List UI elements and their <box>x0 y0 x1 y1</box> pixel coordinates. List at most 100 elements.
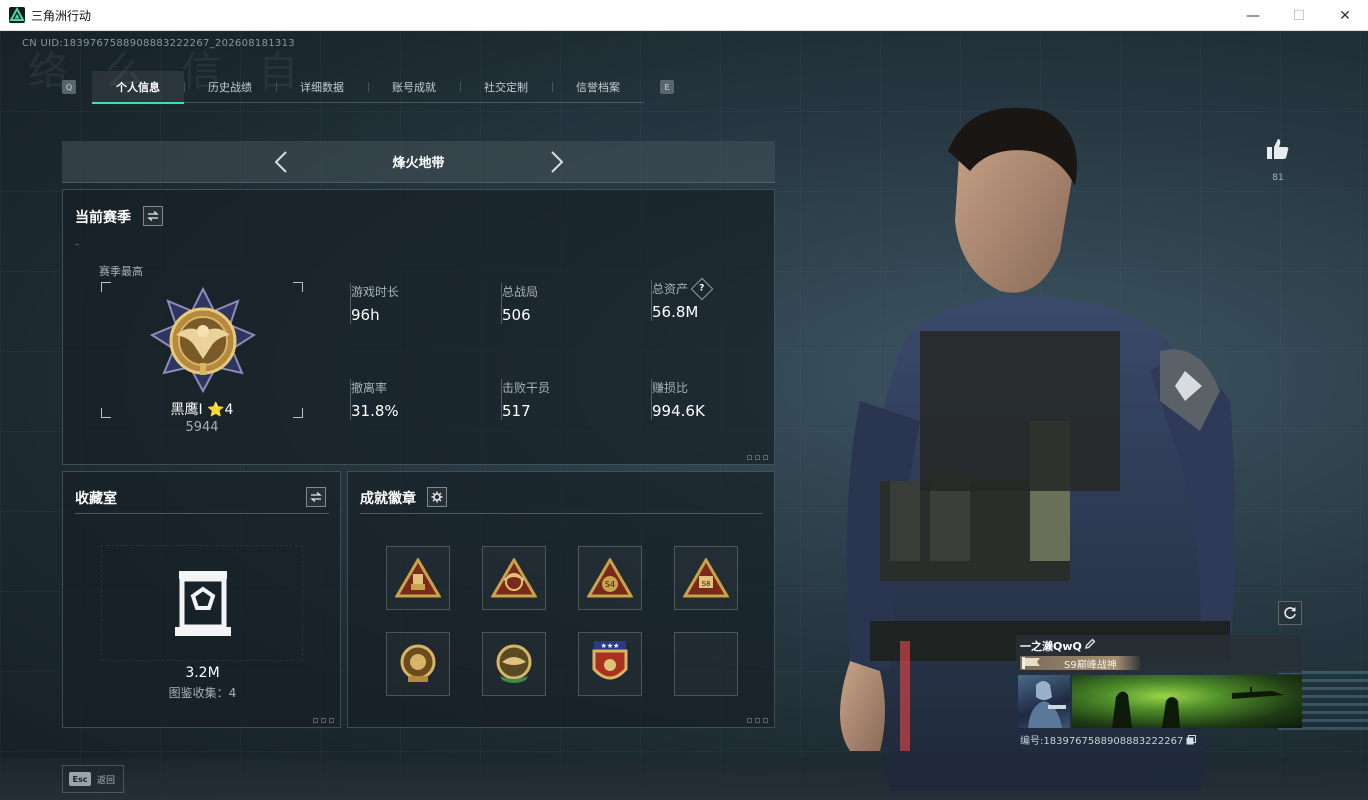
tab-history[interactable]: 历史战绩 <box>184 71 276 103</box>
mode-title: 烽火地带 <box>392 156 445 171</box>
stat-value: 517 <box>502 402 531 420</box>
collection-display[interactable] <box>101 545 303 661</box>
title-tag-text: S9巅峰战神 <box>1064 660 1117 671</box>
minimize-button[interactable]: — <box>1230 0 1276 31</box>
stat-operators-defeated: 击败干员 517 <box>501 379 641 420</box>
player-name: 一之濑QwQ <box>1020 640 1082 653</box>
svg-text:★★★: ★★★ <box>601 642 620 650</box>
green-ribbon-badge-icon <box>496 644 532 683</box>
black-hawk-rank-icon <box>149 287 257 394</box>
badge-slot[interactable] <box>386 632 450 696</box>
stat-value: 31.8% <box>351 402 399 420</box>
eagle-badge-icon <box>491 558 537 598</box>
badge-slot[interactable] <box>482 632 546 696</box>
player-id: 编号:1839767588908883222267 <box>1020 736 1184 747</box>
stat-label-row: 总资产 ? <box>652 277 791 300</box>
collection-panel: 收藏室 3.2M 图鉴收集：4 <box>62 471 341 728</box>
rank-frame: 黑鹰I ⭐4 5944 <box>101 282 303 435</box>
next-tab-key[interactable]: E <box>660 80 674 94</box>
refresh-button[interactable] <box>1278 601 1302 625</box>
collection-value: 3.2M <box>185 665 220 681</box>
stat-label: 击败干员 <box>502 381 551 395</box>
window-controls: — ☐ ✕ <box>1230 0 1368 31</box>
maximize-button[interactable]: ☐ <box>1276 0 1322 31</box>
rank-label: 赛季最高 <box>99 265 143 278</box>
stat-label: 游戏时长 <box>351 285 400 299</box>
stat-value: 506 <box>502 306 531 324</box>
stat-value: 96h <box>351 306 380 324</box>
player-card[interactable]: 一之濑QwQ S9巅峰战神 编号:1839767588908883222267 <box>1016 635 1302 747</box>
badges-settings-button[interactable] <box>427 487 447 507</box>
panel-corner-dots <box>747 455 768 460</box>
tabs: 个人信息 历史战绩 详细数据 账号成就 社交定制 信誉档案 <box>92 71 644 104</box>
rank-points: 5944 <box>185 420 219 435</box>
tab-label: 社交定制 <box>484 81 528 94</box>
prev-tab-key[interactable]: Q <box>62 80 76 94</box>
tab-social[interactable]: 社交定制 <box>460 71 552 103</box>
current-season-panel: 当前赛季 赛季最高 黑鹰I ⭐4 5944 游戏时长 96h 总战局 506 总… <box>62 189 775 465</box>
stat-value: 994.6K <box>652 402 705 420</box>
tab-label: 个人信息 <box>116 81 160 94</box>
tab-label: 信誉档案 <box>576 81 620 94</box>
help-icon[interactable]: ? <box>690 277 714 300</box>
badge-slot[interactable] <box>386 546 450 610</box>
round-gold-badge-icon <box>400 644 436 682</box>
chevron-left-icon[interactable] <box>272 150 292 174</box>
achievement-badges-panel: 成就徽章 S4 S8 ★★★ <box>347 471 775 728</box>
stat-profit-loss-ratio: 赚损比 994.6K <box>651 379 791 420</box>
collection-title: 收藏室 <box>75 491 117 507</box>
swap-icon <box>310 492 322 502</box>
esc-key: Esc <box>69 772 91 786</box>
tab-achievements[interactable]: 账号成就 <box>368 71 460 103</box>
stat-total-assets: 总资产 ? 56.8M <box>651 277 791 321</box>
stat-total-matches: 总战局 506 <box>501 283 641 324</box>
bullet-badge-icon <box>395 558 441 598</box>
window-title: 三角洲行动 <box>31 8 92 23</box>
title-tag: S9巅峰战神 <box>1020 656 1140 671</box>
swap-icon <box>147 211 159 221</box>
tab-label: 账号成就 <box>392 81 436 94</box>
badges-title: 成就徽章 <box>360 491 416 507</box>
stat-label: 总资产 <box>652 282 689 296</box>
badge-slot[interactable]: S8 <box>674 546 738 610</box>
star-shield-badge-icon: ★★★ <box>592 641 628 680</box>
panel-corner-dots <box>747 718 768 723</box>
badge-slot[interactable] <box>482 546 546 610</box>
season-switch-button[interactable] <box>143 206 163 226</box>
player-avatar <box>1018 675 1070 728</box>
game-viewport: 络 么 信 自 CN UID:1839767588908883222267_20… <box>0 31 1368 800</box>
stat-label: 总战局 <box>502 285 539 299</box>
badges-separator <box>360 513 763 514</box>
thumbs-up-icon <box>1267 139 1289 159</box>
badge-slot[interactable]: S4 <box>578 546 642 610</box>
s8-badge-icon: S8 <box>683 558 729 598</box>
badge-slot-empty[interactable] <box>674 632 738 696</box>
stat-play-time: 游戏时长 96h <box>350 283 490 324</box>
close-button[interactable]: ✕ <box>1322 0 1368 31</box>
back-label: 返回 <box>97 775 116 786</box>
player-card-header: 一之濑QwQ S9巅峰战神 <box>1016 635 1302 673</box>
like-button[interactable]: 81 <box>1262 139 1294 183</box>
window-titlebar: 三角洲行动 — ☐ ✕ <box>0 0 1368 31</box>
season-title: 当前赛季 <box>75 210 131 226</box>
tab-detailed-data[interactable]: 详细数据 <box>276 71 368 103</box>
collection-count: 图鉴收集：4 <box>168 686 237 700</box>
collection-switch-button[interactable] <box>306 487 326 507</box>
s4-badge-icon: S4 <box>587 558 633 598</box>
gear-icon <box>431 491 443 503</box>
copy-icon[interactable] <box>1186 734 1197 745</box>
svg-text:S4: S4 <box>605 580 615 589</box>
mode-selector: 烽火地带 <box>62 141 775 183</box>
tab-personal-info[interactable]: 个人信息 <box>92 71 184 104</box>
chevron-right-icon[interactable] <box>546 150 566 174</box>
uid-label: CN UID:1839767588908883222267_2026081813… <box>22 38 295 49</box>
svg-text:S8: S8 <box>702 580 711 588</box>
edit-icon[interactable] <box>1084 638 1096 650</box>
display-case-icon <box>175 571 231 636</box>
badge-slot[interactable]: ★★★ <box>578 632 642 696</box>
season-separator <box>75 244 79 245</box>
refresh-icon <box>1284 607 1296 619</box>
back-button[interactable]: Esc 返回 <box>62 765 124 793</box>
stat-value: 56.8M <box>652 303 699 321</box>
tab-reputation[interactable]: 信誉档案 <box>552 71 644 103</box>
